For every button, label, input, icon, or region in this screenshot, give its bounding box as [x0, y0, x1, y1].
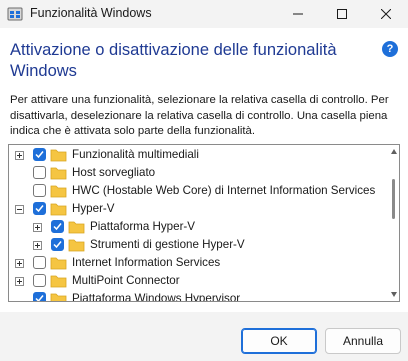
feature-checkbox[interactable] — [33, 274, 46, 287]
feature-label: Piattaforma Hyper-V — [90, 220, 196, 233]
feature-row[interactable]: MultiPoint Connector — [9, 273, 379, 291]
minimize-button[interactable] — [276, 0, 320, 28]
feature-row[interactable]: Strumenti di gestione Hyper-V — [9, 237, 379, 255]
page-title: Attivazione o disattivazione delle funzi… — [10, 41, 337, 80]
checkmark-icon — [35, 151, 44, 159]
folder-icon — [50, 149, 67, 162]
window-title: Funzionalità Windows — [30, 6, 152, 20]
minimize-icon — [293, 13, 303, 15]
feature-row[interactable]: Hyper-V — [9, 201, 379, 219]
checkmark-icon — [53, 223, 62, 231]
feature-label: Funzionalità multimediali — [72, 148, 199, 161]
close-icon — [381, 9, 391, 19]
vertical-scrollbar[interactable] — [389, 145, 399, 301]
feature-label: Internet Information Services — [72, 256, 221, 269]
features-dialog: Funzionalità Windows Attivazione o disat… — [0, 0, 408, 361]
cancel-button[interactable]: Annulla — [325, 328, 401, 354]
folder-icon — [68, 221, 85, 234]
folder-icon — [50, 275, 67, 288]
feature-row[interactable]: HWC (Hostable Web Core) di Internet Info… — [9, 183, 379, 201]
checkmark-icon — [35, 295, 44, 301]
scroll-thumb[interactable] — [392, 179, 395, 219]
feature-checkbox[interactable] — [51, 220, 64, 233]
expand-plus-icon[interactable] — [15, 259, 24, 268]
folder-icon — [68, 239, 85, 252]
feature-label: Piattaforma Windows Hypervisor — [72, 292, 241, 302]
folder-icon — [50, 167, 67, 180]
feature-checkbox[interactable] — [33, 292, 46, 301]
close-button[interactable] — [364, 0, 408, 28]
feature-row[interactable]: Host sorvegliato — [9, 165, 379, 183]
folder-icon — [50, 203, 67, 216]
windows-features-icon — [7, 7, 23, 21]
feature-checkbox[interactable] — [51, 238, 64, 251]
feature-row[interactable]: Piattaforma Windows Hypervisor — [9, 291, 379, 302]
title-bar[interactable]: Funzionalità Windows — [0, 0, 408, 28]
feature-label: Host sorvegliato — [72, 166, 156, 179]
feature-label: Strumenti di gestione Hyper-V — [90, 238, 245, 251]
folder-icon — [50, 293, 67, 301]
feature-row[interactable]: Internet Information Services — [9, 255, 379, 273]
features-tree[interactable]: Funzionalità multimediali Host sorvegliat… — [8, 144, 400, 302]
maximize-icon — [337, 9, 347, 19]
checkmark-icon — [53, 241, 62, 249]
checkmark-icon — [35, 205, 44, 213]
feature-checkbox[interactable] — [33, 202, 46, 215]
expand-plus-icon[interactable] — [15, 151, 24, 160]
feature-row[interactable]: Funzionalità multimediali — [9, 147, 379, 165]
feature-label: MultiPoint Connector — [72, 274, 180, 287]
collapse-minus-icon[interactable] — [15, 205, 24, 214]
feature-checkbox[interactable] — [33, 148, 46, 161]
expand-plus-icon[interactable] — [33, 223, 42, 232]
ok-button[interactable]: OK — [241, 328, 317, 354]
feature-checkbox[interactable] — [33, 256, 46, 269]
feature-checkbox[interactable] — [33, 166, 46, 179]
expand-plus-icon[interactable] — [15, 277, 24, 286]
feature-row[interactable]: Piattaforma Hyper-V — [9, 219, 379, 237]
folder-icon — [50, 185, 67, 198]
expand-plus-icon[interactable] — [33, 241, 42, 250]
feature-label: HWC (Hostable Web Core) di Internet Info… — [72, 184, 376, 197]
help-icon[interactable]: ? — [382, 41, 398, 57]
feature-label: Hyper-V — [72, 202, 115, 215]
feature-checkbox[interactable] — [33, 184, 46, 197]
folder-icon — [50, 257, 67, 270]
scroll-up-arrow-icon[interactable] — [391, 149, 397, 154]
scroll-down-arrow-icon[interactable] — [391, 292, 397, 297]
instructions-text: Per attivare una funzionalità, seleziona… — [10, 94, 389, 137]
maximize-button[interactable] — [320, 0, 364, 28]
